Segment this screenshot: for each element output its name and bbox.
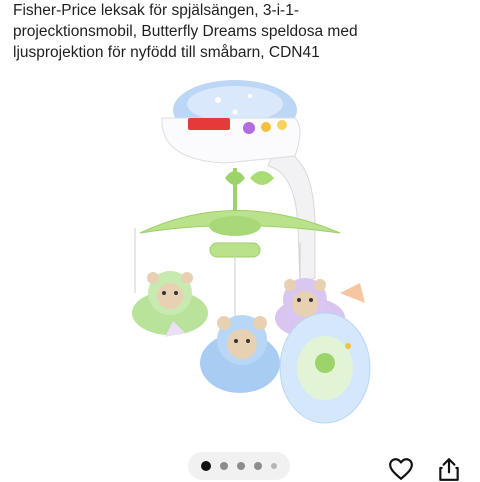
brand-logo (188, 118, 230, 130)
product-title-line: ljusprojektion för nyfödd till småbarn, … (13, 44, 320, 61)
carousel-dot-active[interactable] (201, 461, 211, 471)
carousel-dot[interactable] (237, 462, 245, 470)
share-icon[interactable] (436, 456, 462, 482)
product-title-line: projecktionsmobil, Butterfly Dreams spel… (13, 23, 358, 40)
carousel-dot[interactable] (254, 462, 262, 470)
carousel-pagination[interactable] (188, 452, 290, 480)
product-title-line: Fisher-Price leksak för spjälsängen, 3-i… (13, 2, 299, 19)
carousel-dot[interactable] (220, 462, 228, 470)
product-image[interactable] (100, 78, 400, 433)
carousel-dot[interactable] (271, 463, 277, 469)
heart-icon[interactable] (388, 456, 414, 482)
product-title: Fisher-Price leksak för spjälsängen, 3-i… (13, 0, 473, 63)
